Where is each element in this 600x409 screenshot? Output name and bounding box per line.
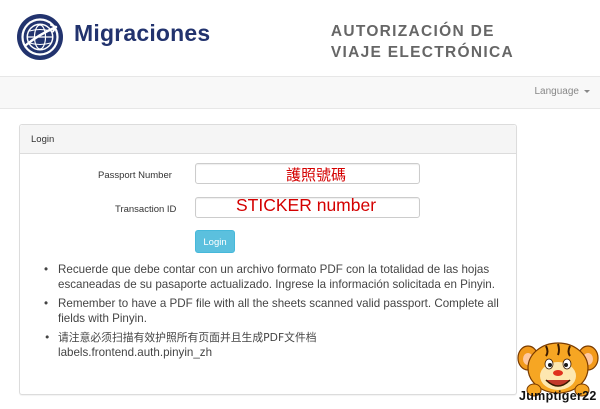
instructions-list: • Recuerde que debe contar con un archivo… xyxy=(44,263,504,365)
login-panel: Login Passport Number 護照號碼 Transaction I… xyxy=(19,124,517,395)
note-text: 请注意必须扫描有效护照所有页面并且生成PDF文件档 xyxy=(58,331,317,344)
transaction-annotation: STICKER number xyxy=(236,195,377,215)
navbar: Language xyxy=(0,76,600,109)
site-header: Migraciones AUTORIZACIÓN DE VIAJE ELECTR… xyxy=(0,0,600,76)
transaction-id-input[interactable]: STICKER number xyxy=(195,195,420,218)
passport-number-label: Passport Number xyxy=(98,170,172,181)
passport-number-input[interactable]: 護照號碼 xyxy=(195,163,420,184)
panel-title: Login xyxy=(31,134,55,145)
login-button[interactable]: Login xyxy=(195,230,235,253)
caret-down-icon xyxy=(584,89,590,93)
note-text: labels.frontend.auth.pinyin_zh xyxy=(58,345,213,359)
language-dropdown[interactable]: Language xyxy=(534,86,590,97)
list-item: • Recuerde que debe contar con un archivo… xyxy=(44,263,504,292)
globe-logo-icon xyxy=(17,14,63,60)
list-item: • Remember to have a PDF file with all th… xyxy=(44,297,504,326)
language-label: Language xyxy=(534,86,580,97)
bullet: • xyxy=(44,297,49,310)
bullet: • xyxy=(44,331,51,344)
bullet: • xyxy=(44,263,49,276)
transaction-id-label: Transaction ID xyxy=(115,204,177,215)
page: Migraciones AUTORIZACIÓN DE VIAJE ELECTR… xyxy=(0,0,600,409)
watermark-text: Jumptiger22 xyxy=(519,389,597,403)
brand-name: Migraciones xyxy=(74,20,211,46)
note-text: Recuerde que debe contar con un archivo … xyxy=(58,263,495,291)
page-title-line-1: AUTORIZACIÓN DE xyxy=(330,23,495,40)
page-title: AUTORIZACIÓN DE VIAJE ELECTRÓNICA xyxy=(331,21,514,63)
page-title-line-2: VIAJE ELECTRÓNICA xyxy=(330,44,514,61)
passport-annotation: 護照號碼 xyxy=(286,166,347,184)
list-item: • 请注意必须扫描有效护照所有页面并且生成PDF文件档 labels.fronten… xyxy=(44,331,504,360)
note-text: Remember to have a PDF file with all the… xyxy=(58,297,499,325)
panel-heading: Login xyxy=(20,125,516,154)
